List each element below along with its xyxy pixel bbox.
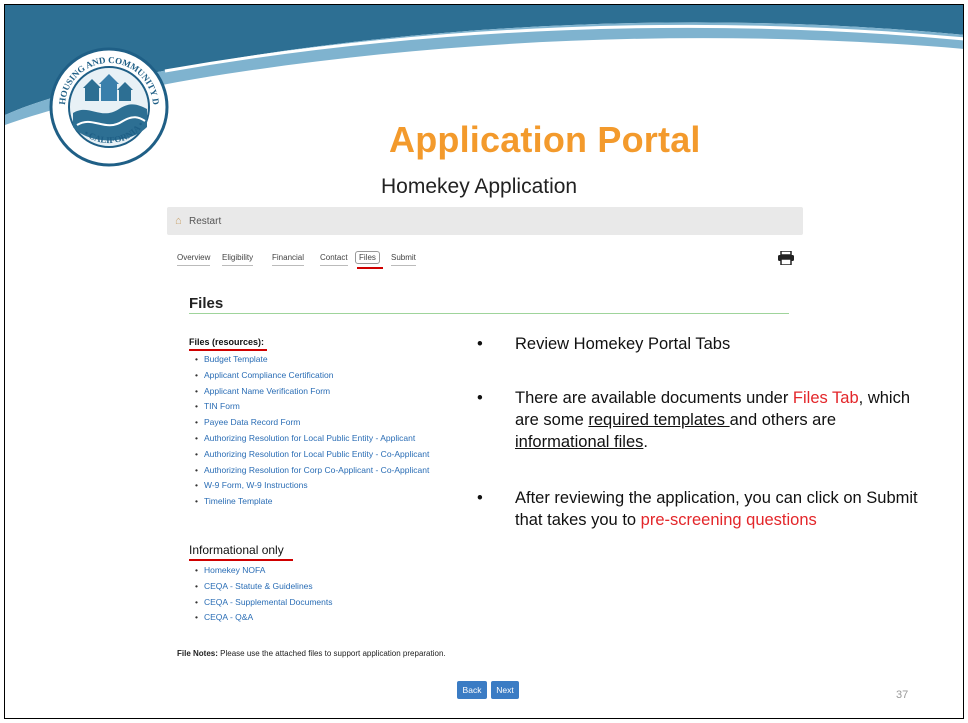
- file-link[interactable]: TIN Form: [189, 399, 429, 415]
- bullet-available-documents: • There are available documents under Fi…: [477, 387, 935, 453]
- resources-label: Files (resources):: [189, 337, 265, 347]
- bullet-dot: •: [477, 389, 483, 407]
- bullet-text: There are available documents under: [515, 389, 793, 407]
- file-link[interactable]: W-9 Form, W-9 Instructions: [189, 478, 429, 494]
- file-link[interactable]: Payee Data Record Form: [189, 415, 429, 431]
- tab-eligibility[interactable]: Eligibility: [222, 253, 254, 266]
- next-button[interactable]: Next: [491, 681, 519, 699]
- bullet-text: .: [643, 433, 648, 451]
- restart-link[interactable]: Restart: [189, 216, 221, 227]
- file-link[interactable]: Applicant Name Verification Form: [189, 384, 429, 400]
- bullet-text: and others are: [729, 411, 837, 429]
- slide: HOUSING AND COMMUNITY DEVELOPMENT • CALI…: [4, 4, 964, 719]
- files-section-heading: Files: [189, 295, 224, 312]
- active-tab-indicator: [357, 267, 383, 269]
- bullet-text: Review Homekey Portal Tabs: [515, 335, 731, 353]
- tab-submit[interactable]: Submit: [391, 253, 416, 266]
- files-tab-highlight: Files Tab: [792, 389, 859, 407]
- file-link[interactable]: Timeline Template: [189, 494, 429, 510]
- file-notes: File Notes: Please use the attached file…: [177, 649, 446, 658]
- informational-files-list: Homekey NOFA CEQA - Statute & Guidelines…: [189, 563, 333, 626]
- section-divider: [189, 313, 789, 314]
- required-templates-underlined: required templates: [588, 411, 730, 429]
- tab-contact[interactable]: Contact: [320, 253, 348, 266]
- file-link[interactable]: Homekey NOFA: [189, 563, 333, 579]
- file-notes-text: Please use the attached files to support…: [220, 649, 446, 658]
- bullet-submit: • After reviewing the application, you c…: [477, 487, 945, 531]
- resource-files-list: Budget Template Applicant Compliance Cer…: [189, 352, 429, 510]
- informational-label: Informational only: [189, 543, 284, 557]
- slide-subtitle: Homekey Application: [381, 175, 578, 198]
- file-link[interactable]: CEQA - Statute & Guidelines: [189, 579, 333, 595]
- file-link[interactable]: Applicant Compliance Certification: [189, 368, 429, 384]
- file-notes-label: File Notes:: [177, 649, 218, 658]
- file-link[interactable]: Authorizing Resolution for Corp Co-Appli…: [189, 463, 429, 479]
- page-number: 37: [896, 689, 909, 701]
- tab-files[interactable]: Files: [355, 251, 380, 264]
- file-link[interactable]: CEQA - Q&A: [189, 610, 333, 626]
- home-icon[interactable]: ⌂: [175, 215, 182, 227]
- file-link[interactable]: Budget Template: [189, 352, 429, 368]
- hcd-california-logo: HOUSING AND COMMUNITY DEVELOPMENT • CALI…: [49, 47, 169, 167]
- bullet-dot: •: [477, 335, 483, 353]
- resources-underline: [189, 349, 267, 351]
- back-button[interactable]: Back: [457, 681, 487, 699]
- informational-files-underlined: informational files: [515, 433, 644, 451]
- tab-financial[interactable]: Financial: [272, 253, 305, 266]
- file-link[interactable]: CEQA - Supplemental Documents: [189, 595, 333, 611]
- file-link[interactable]: Authorizing Resolution for Local Public …: [189, 447, 429, 463]
- slide-title: Application Portal: [389, 119, 701, 160]
- bullet-dot: •: [477, 489, 483, 507]
- informational-underline: [189, 559, 293, 561]
- tab-overview[interactable]: Overview: [177, 253, 211, 266]
- restart-bar: ⌂ Restart: [167, 207, 803, 235]
- file-link[interactable]: Authorizing Resolution for Local Public …: [189, 431, 429, 447]
- pre-screening-highlight: pre-screening questions: [640, 511, 817, 529]
- bullet-review-tabs: • Review Homekey Portal Tabs: [477, 333, 935, 355]
- printer-icon[interactable]: [777, 251, 795, 265]
